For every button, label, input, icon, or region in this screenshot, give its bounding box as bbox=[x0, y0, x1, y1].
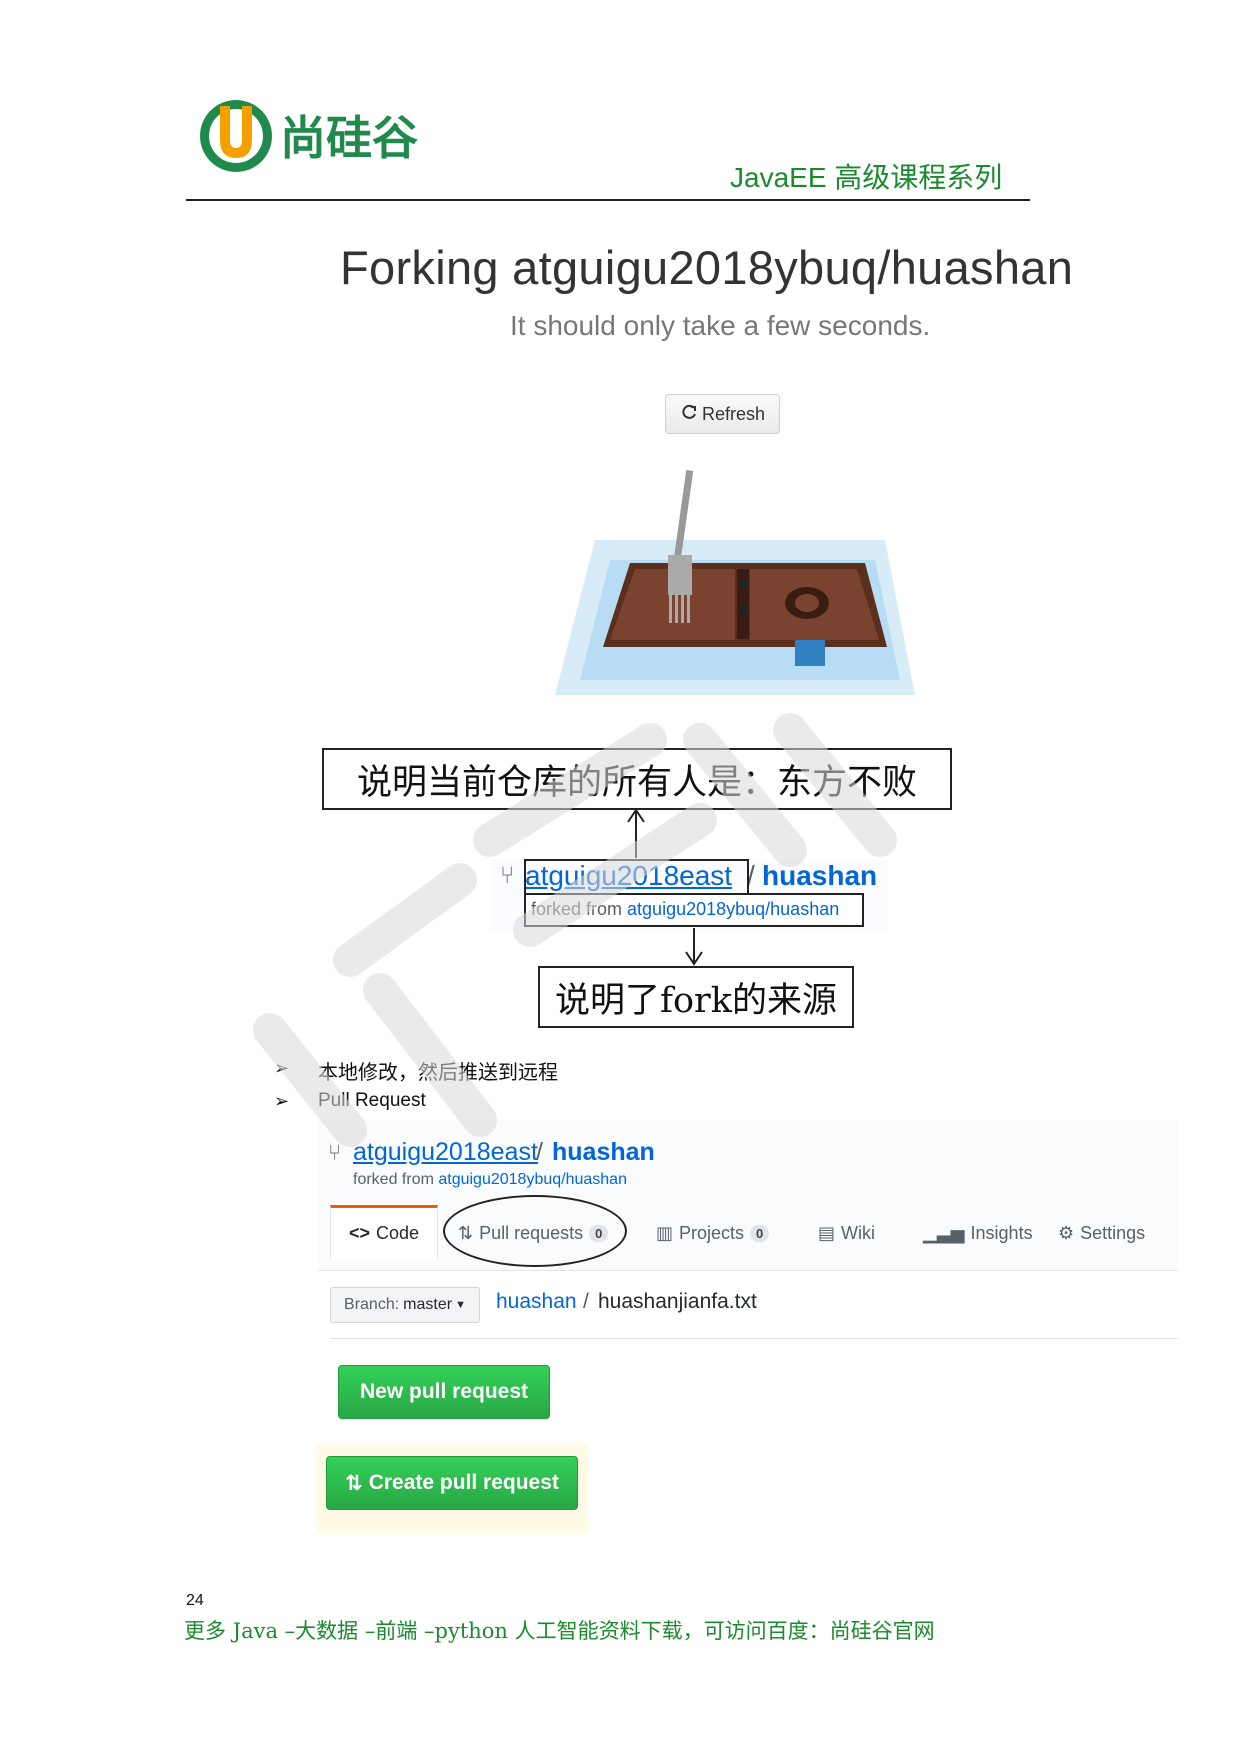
create-pull-request-button[interactable]: ⇅ Create pull request bbox=[326, 1456, 578, 1510]
repo-name-link[interactable]: huashan bbox=[762, 860, 877, 892]
gear-icon: ⚙ bbox=[1058, 1223, 1075, 1243]
header-divider bbox=[186, 199, 1030, 201]
owner-annotation: 说明当前仓库的所有人是：东方不败 bbox=[322, 748, 952, 810]
tab-label: Wiki bbox=[841, 1223, 876, 1243]
repo-separator: / bbox=[536, 1138, 543, 1166]
branch-label: Branch: bbox=[344, 1296, 400, 1313]
graph-icon: ▁▃▅ bbox=[923, 1223, 965, 1243]
fork-source-annotation: 说明了fork的来源 bbox=[538, 966, 854, 1028]
branch-select[interactable]: Branch: master ▼ bbox=[330, 1287, 480, 1323]
forked-from-text: forked from atguigu2018ybuq/huashan bbox=[353, 1171, 627, 1188]
refresh-icon bbox=[680, 403, 698, 426]
branch-value: master bbox=[403, 1296, 453, 1313]
caret-down-icon: ▼ bbox=[455, 1299, 466, 1311]
tab-label: Settings bbox=[1080, 1223, 1146, 1243]
bullet-local-modify: 本地修改，然后推送到远程 bbox=[318, 1060, 558, 1084]
new-pull-request-button[interactable]: New pull request bbox=[338, 1365, 550, 1419]
breadcrumb-file: huashanjianfa.txt bbox=[598, 1290, 757, 1313]
repo-owner-link[interactable]: atguigu2018east bbox=[353, 1138, 538, 1167]
tab-settings[interactable]: ⚙ Settings bbox=[1058, 1223, 1145, 1244]
code-icon: <> bbox=[348, 1223, 370, 1243]
refresh-button[interactable]: Refresh bbox=[665, 394, 780, 434]
page-number: 24 bbox=[186, 1592, 204, 1609]
tab-wiki[interactable]: ▤ Wiki bbox=[818, 1223, 875, 1244]
tab-label: Code bbox=[376, 1223, 420, 1243]
divider bbox=[330, 1338, 1178, 1339]
bullet-arrow: ➢ bbox=[274, 1058, 290, 1078]
book-icon: ▤ bbox=[818, 1223, 836, 1243]
create-pr-label: Create pull request bbox=[368, 1471, 559, 1494]
breadcrumb-separator: / bbox=[583, 1290, 589, 1313]
repo-forked-icon: ⑂ bbox=[500, 862, 515, 889]
tab-insights[interactable]: ▁▃▅ Insights bbox=[923, 1223, 1033, 1244]
forked-from-link[interactable]: atguigu2018ybuq/huashan bbox=[627, 899, 839, 919]
pull-requests-highlight-ellipse bbox=[443, 1195, 627, 1267]
footer-text: 更多 Java –大数据 –前端 –python 人工智能资料下载，可访问百度：… bbox=[184, 1619, 935, 1643]
forked-from-text: forked from atguigu2018ybuq/huashan bbox=[531, 899, 840, 919]
repo-forked-icon: ⑂ bbox=[328, 1140, 342, 1165]
owner-highlight-box bbox=[524, 859, 749, 895]
tab-code[interactable]: <> Code bbox=[330, 1205, 438, 1259]
series-title: JavaEE 高级课程系列 bbox=[730, 162, 1003, 193]
refresh-label: Refresh bbox=[701, 403, 766, 424]
tab-label: Insights bbox=[970, 1223, 1033, 1243]
pull-request-icon: ⇅ bbox=[345, 1471, 363, 1495]
project-icon: ▥ bbox=[656, 1223, 674, 1243]
fork-book-illustration bbox=[555, 470, 915, 695]
tab-projects[interactable]: ▥ Projects 0 bbox=[656, 1223, 770, 1244]
forked-from-link[interactable]: atguigu2018ybuq/huashan bbox=[438, 1171, 627, 1188]
tab-counter: 0 bbox=[750, 1225, 770, 1242]
breadcrumb-repo-link[interactable]: huashan bbox=[496, 1290, 577, 1314]
shangguigu-logo: 尚硅谷 bbox=[200, 100, 418, 172]
tab-label: Projects bbox=[679, 1223, 745, 1243]
bullet-arrow: ➢ bbox=[274, 1091, 290, 1111]
forking-subtitle: It should only take a few seconds. bbox=[510, 310, 931, 341]
bullet-pull-request: Pull Request bbox=[318, 1090, 426, 1111]
repo-name-link[interactable]: huashan bbox=[552, 1138, 655, 1167]
forking-title: Forking atguigu2018ybuq/huashan bbox=[340, 241, 1074, 294]
logo-text: 尚硅谷 bbox=[280, 111, 418, 165]
